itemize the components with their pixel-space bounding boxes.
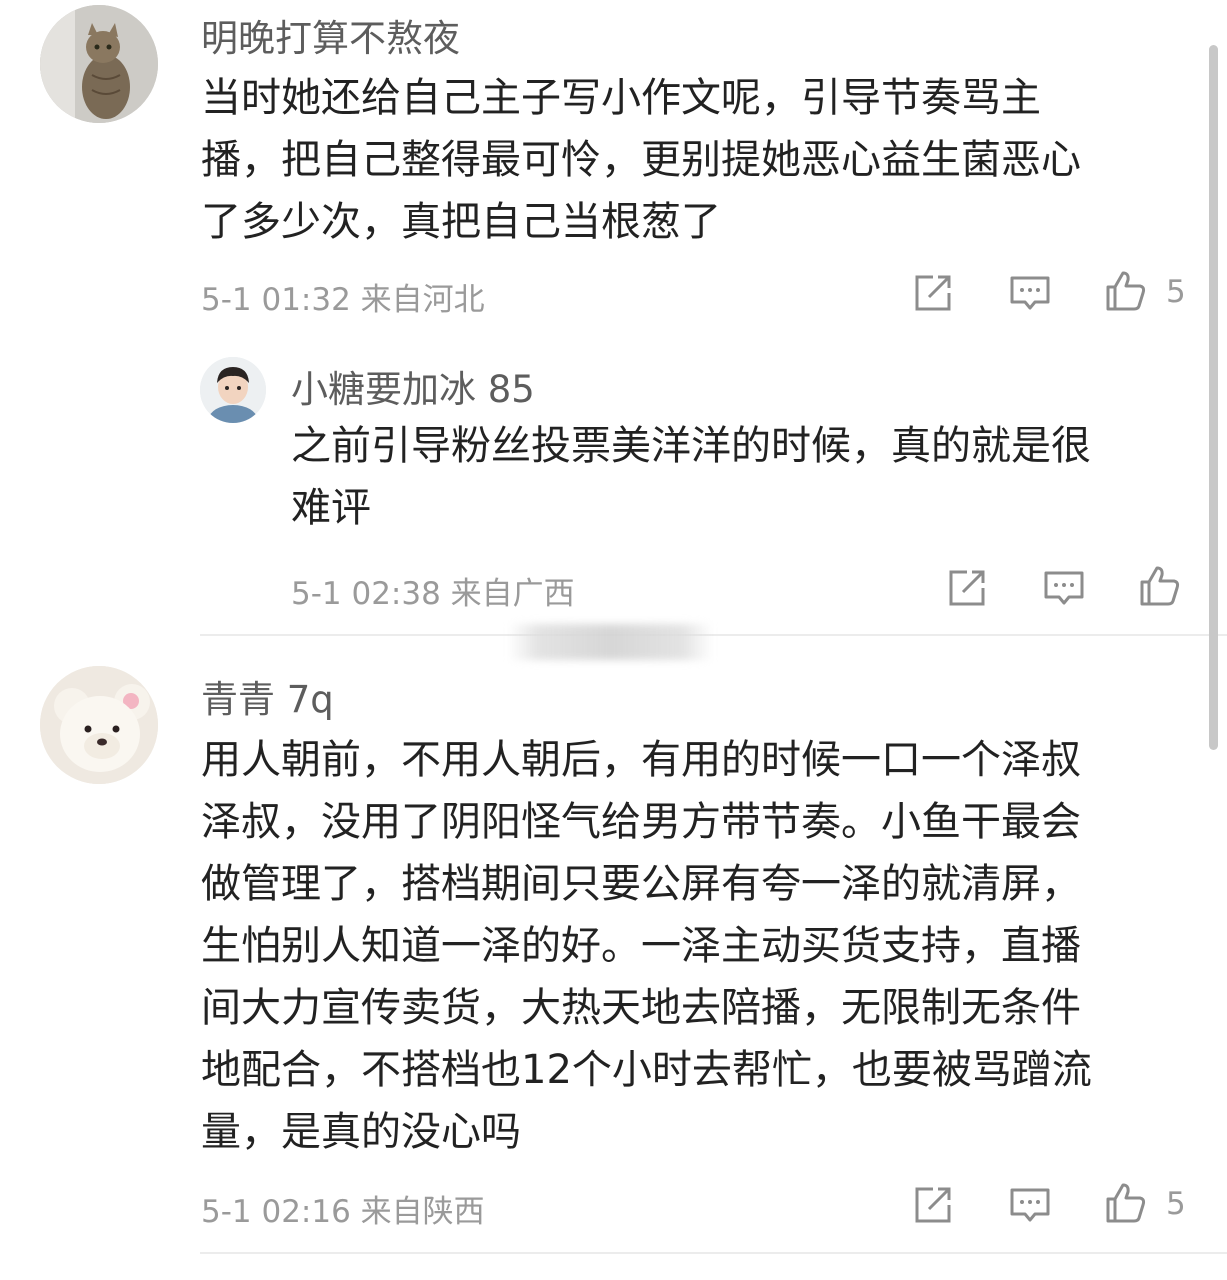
comment-meta: 5-1 02:16 来自陕西 (201, 1194, 485, 1230)
watermark-blur (508, 624, 713, 660)
cat-avatar-icon (40, 5, 158, 123)
share-icon (949, 570, 985, 606)
share-button[interactable] (945, 566, 989, 610)
comment-icon (1044, 571, 1084, 605)
comment-button[interactable] (1008, 1183, 1052, 1227)
comment-list: 明晚打算不熬夜 当时她还给自己主子写小作文呢，引导节奏骂主 播，把自己整得最可怜… (0, 0, 1227, 1280)
like-count: 5 (1166, 1186, 1186, 1222)
like-count: 5 (1166, 274, 1186, 310)
avatar[interactable] (200, 357, 266, 423)
share-icon (915, 1187, 951, 1223)
reply-username[interactable]: 小糖要加冰 85 (291, 359, 535, 413)
like-button[interactable] (1104, 1181, 1148, 1225)
comment-meta: 5-1 01:32 来自河北 (201, 282, 485, 318)
share-button[interactable] (911, 1183, 955, 1227)
share-button[interactable] (911, 271, 955, 315)
like-button[interactable] (1138, 564, 1182, 608)
scrollbar[interactable] (1209, 45, 1218, 750)
comment-button[interactable] (1042, 566, 1086, 610)
boy-avatar-icon (200, 357, 266, 423)
avatar[interactable] (40, 666, 158, 784)
comment-text: 用人朝前，不用人朝后，有用的时候一口一个泽叔 泽叔，没用了阴阳怪气给男方带节奏。… (201, 737, 1092, 1155)
comment-username[interactable]: 明晚打算不熬夜 (201, 8, 460, 62)
teddy-bear-avatar-icon (40, 666, 158, 784)
comment-username[interactable]: 青青 7q (201, 669, 334, 723)
divider (200, 1252, 1227, 1254)
thumbs-up-icon (1140, 566, 1180, 606)
thumbs-up-icon (1106, 271, 1146, 311)
comment-icon (1010, 1188, 1050, 1222)
comment-button[interactable] (1008, 271, 1052, 315)
share-icon (915, 275, 951, 311)
like-button[interactable] (1104, 269, 1148, 313)
comment-icon (1010, 276, 1050, 310)
comment-text: 当时她还给自己主子写小作文呢，引导节奏骂主 播，把自己整得最可怜，更别提她恶心益… (201, 75, 1081, 245)
avatar[interactable] (40, 5, 158, 123)
reply-meta: 5-1 02:38 来自广西 (291, 576, 575, 612)
thumbs-up-icon (1106, 1183, 1146, 1223)
divider (200, 634, 1227, 636)
reply-text: 之前引导粉丝投票美洋洋的时候，真的就是很 难评 (291, 423, 1091, 531)
